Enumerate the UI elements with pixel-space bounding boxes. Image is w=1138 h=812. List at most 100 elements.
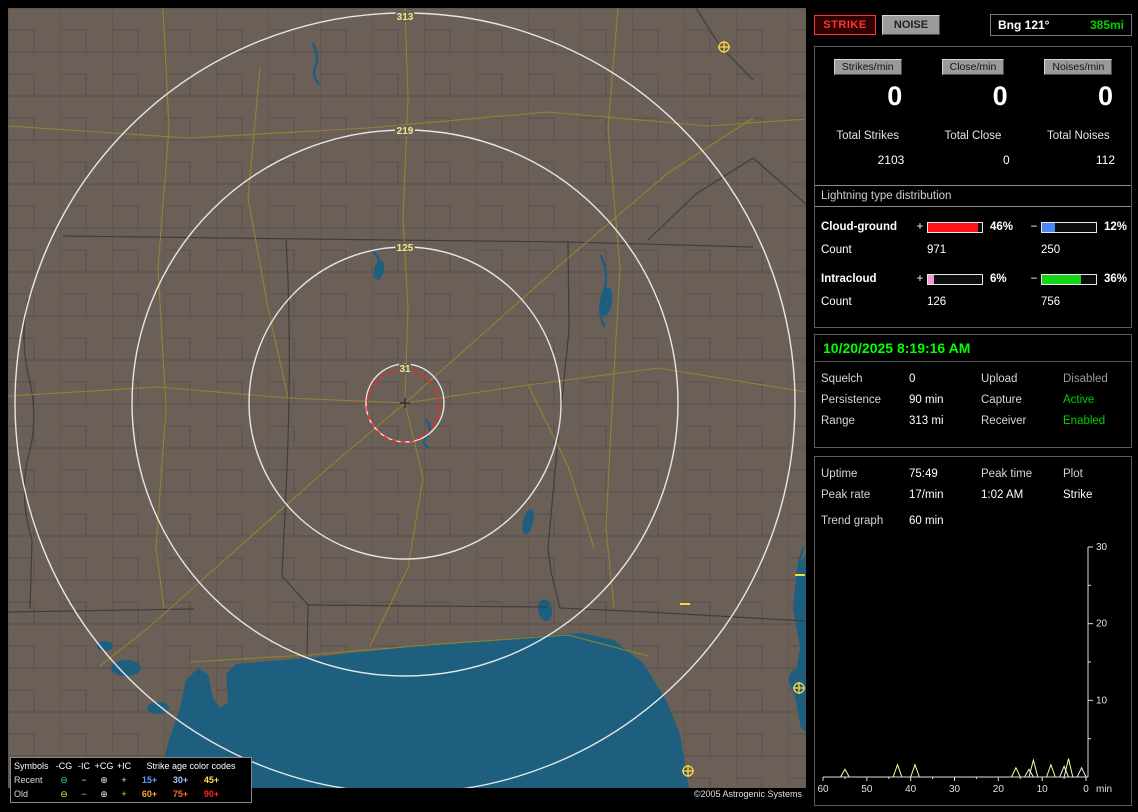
trend-graph: 6050403020100102030min [819, 541, 1131, 803]
cg-positive-bar [927, 222, 983, 233]
total-strikes-value: 2103 [815, 153, 920, 167]
trend-graph-row: Trend graph 60 min [815, 502, 1131, 528]
range-value: 313 mi [909, 414, 981, 428]
bearing-readout: Bng 121° 385mi [990, 14, 1132, 36]
settings-panel: 10/20/2025 8:19:16 AM Squelch 0 Upload D… [814, 334, 1132, 448]
age-code-45: 45+ [196, 775, 227, 785]
ic-positive-pct: 6% [985, 273, 1027, 286]
legend-age-title: Strike age color codes [134, 761, 248, 771]
ic-positive-count: 126 [927, 296, 985, 309]
trend-graph-label: Trend graph [821, 514, 909, 528]
cg-positive-pct: 46% [985, 221, 1027, 234]
status-panel: Uptime 75:49 Peak time Plot Peak rate 17… [814, 456, 1132, 806]
range-label: Range [821, 414, 909, 428]
squelch-label: Squelch [821, 372, 909, 386]
pos-cg-icon: ⊕ [94, 775, 114, 786]
ic-negative-bar [1041, 274, 1097, 285]
svg-text:20: 20 [1096, 619, 1108, 630]
noises-rate-value: 0 [1026, 79, 1131, 113]
stats-panel: Strikes/min Close/min Noises/min 0 0 0 T… [814, 46, 1132, 328]
intracloud-count-row: Count 126 756 [815, 296, 1131, 309]
intracloud-row: Intracloud + 6% − 36% [815, 273, 1131, 286]
lightning-distribution-section: Lightning type distribution Cloud-ground… [815, 185, 1131, 309]
receiver-label: Receiver [981, 414, 1063, 428]
upload-label: Upload [981, 372, 1063, 386]
plus-sign: + [913, 221, 927, 234]
cg-positive-count: 971 [927, 244, 985, 257]
total-strikes-label: Total Strikes [815, 129, 920, 143]
cg-negative-count: 250 [1041, 244, 1099, 257]
bearing-value: Bng 121° [998, 18, 1049, 32]
strike-indicator-button[interactable]: STRIKE [814, 15, 876, 35]
trend-graph-canvas: 6050403020100102030min [819, 541, 1131, 803]
legend-col-neg-cg: -CG [54, 761, 74, 771]
svg-text:30: 30 [949, 784, 961, 795]
receiver-status: Enabled [1063, 414, 1125, 428]
capture-label: Capture [981, 393, 1063, 407]
cg-positive-bar-fill [928, 223, 978, 232]
plot-label: Plot [1063, 467, 1125, 481]
uptime-value: 75:49 [909, 467, 981, 481]
ic-negative-count: 756 [1041, 296, 1099, 309]
svg-text:60: 60 [817, 784, 829, 795]
noise-indicator-button[interactable]: NOISE [882, 15, 940, 35]
plus-sign: + [913, 273, 927, 286]
ic-negative-pct: 36% [1099, 273, 1127, 286]
persistence-value: 90 min [909, 393, 981, 407]
strike-counters: Strikes/min Close/min Noises/min 0 0 0 T… [815, 59, 1131, 167]
ring-label-313: 313 [397, 12, 414, 23]
trend-window-value: 60 min [909, 514, 1125, 528]
legend-col-neg-ic: -IC [74, 761, 94, 771]
upload-status: Disabled [1063, 372, 1125, 386]
svg-text:0: 0 [1083, 784, 1089, 795]
strikes-per-min-badge: Strikes/min [834, 59, 902, 75]
svg-text:min: min [1096, 784, 1112, 795]
persistence-label: Persistence [821, 393, 909, 407]
strikes-rate-value: 0 [815, 79, 920, 113]
datetime-display: 10/20/2025 8:19:16 AM [815, 335, 1131, 362]
plot-value: Strike [1063, 488, 1125, 502]
ring-label-219: 219 [397, 126, 414, 137]
minus-sign: − [1027, 273, 1041, 286]
age-code-15: 15+ [134, 775, 165, 785]
squelch-value: 0 [909, 372, 981, 386]
pos-ic-icon: + [114, 775, 134, 785]
copyright-text: ©2005 Astrogenic Systems [8, 789, 802, 799]
status-grid: Uptime 75:49 Peak time Plot Peak rate 17… [815, 457, 1131, 502]
legend-col-pos-ic: +IC [114, 761, 134, 771]
svg-text:30: 30 [1096, 542, 1108, 553]
total-noises-label: Total Noises [1026, 129, 1131, 143]
cg-negative-bar [1041, 222, 1097, 233]
legend-symbols-header: Symbols [14, 761, 54, 771]
settings-grid: Squelch 0 Upload Disabled Persistence 90… [815, 362, 1131, 428]
svg-text:10: 10 [1037, 784, 1049, 795]
cloud-ground-row: Cloud-ground + 46% − 12% [815, 221, 1131, 234]
ring-label-31: 31 [399, 364, 411, 375]
svg-text:40: 40 [905, 784, 917, 795]
ic-negative-bar-fill [1042, 275, 1081, 284]
total-close-value: 0 [920, 153, 1025, 167]
map-container: 313 219 125 31 Symbols -CG -IC +CG +IC S… [8, 8, 806, 788]
minus-sign: − [1027, 221, 1041, 234]
distribution-title: Lightning type distribution [815, 186, 1131, 207]
ic-positive-bar-fill [928, 275, 934, 284]
peak-rate-value: 17/min [909, 488, 981, 502]
legend-col-pos-cg: +CG [94, 761, 114, 771]
peak-time-label: Peak time [981, 467, 1063, 481]
count-label: Count [821, 296, 913, 309]
cg-negative-pct: 12% [1099, 221, 1127, 234]
bearing-distance: 385mi [1090, 18, 1124, 32]
ic-positive-bar [927, 274, 983, 285]
neg-ic-icon: − [74, 775, 94, 785]
neg-cg-icon: ⊖ [54, 775, 74, 786]
radar-map[interactable]: 313 219 125 31 [8, 8, 806, 788]
total-noises-value: 112 [1026, 153, 1131, 167]
topbar: STRIKE NOISE Bng 121° 385mi [814, 14, 1132, 36]
close-per-min-badge: Close/min [942, 59, 1005, 75]
peak-time-value: 1:02 AM [981, 488, 1063, 502]
svg-text:20: 20 [993, 784, 1005, 795]
cloud-ground-count-row: Count 971 250 [815, 244, 1131, 257]
peak-rate-label: Peak rate [821, 488, 909, 502]
intracloud-label: Intracloud [821, 273, 913, 286]
uptime-label: Uptime [821, 467, 909, 481]
